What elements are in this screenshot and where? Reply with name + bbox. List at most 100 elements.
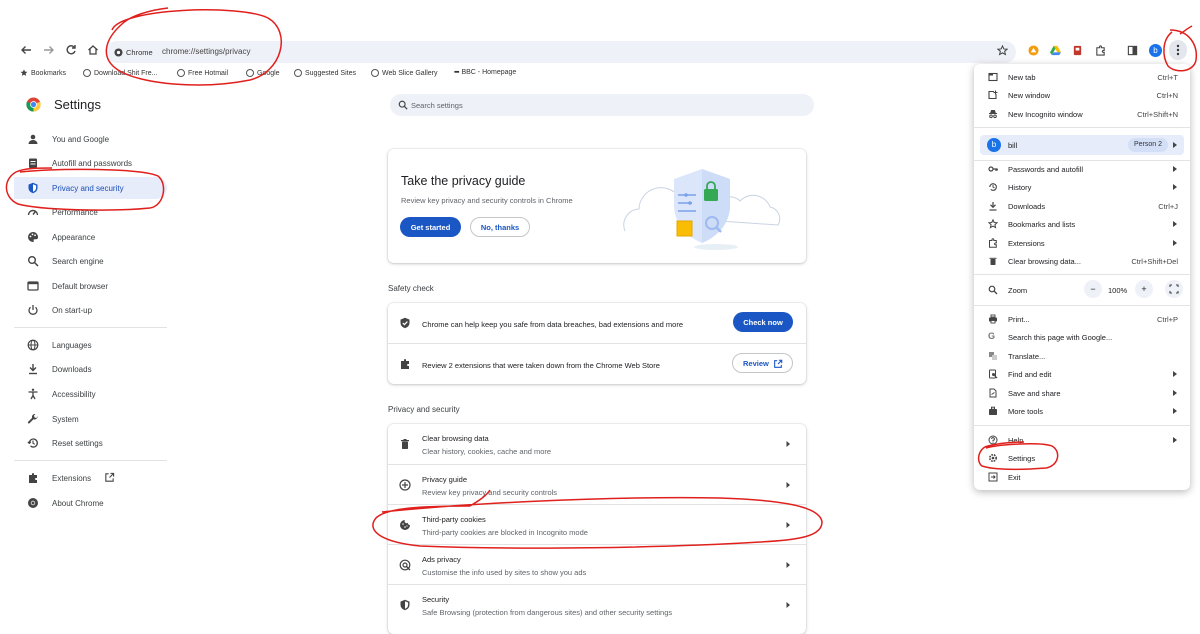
get-started-button[interactable]: Get started (400, 217, 461, 237)
row-subtitle: Review key privacy and security controls (422, 488, 558, 497)
sidebar-item-about-chrome[interactable]: About Chrome (14, 492, 167, 514)
fullscreen-icon (1169, 284, 1179, 294)
bookmark-item[interactable]: Web Slice Gallery (371, 69, 438, 77)
menu-item-label: New window (1008, 91, 1051, 100)
menu-item-translate[interactable]: Translate... (974, 347, 1190, 365)
privacy-guide-subtitle: Review key privacy and security controls… (401, 196, 573, 205)
sidebar-item-privacy[interactable]: Privacy and security (14, 177, 167, 199)
sidebar-item-reset-settings[interactable]: Reset settings (14, 432, 167, 454)
sidebar-item-performance[interactable]: Performance (14, 201, 167, 223)
menu-item-bookmarks[interactable]: Bookmarks and lists (974, 215, 1190, 233)
no-thanks-button[interactable]: No, thanks (470, 217, 530, 237)
page-title: Settings (54, 97, 101, 112)
menu-item-downloads[interactable]: Downloads Ctrl+J (974, 197, 1190, 215)
sidebar-item-appearance[interactable]: Appearance (14, 226, 167, 248)
search-settings-field[interactable]: Search settings (390, 94, 814, 116)
sidebar-item-extensions[interactable]: Extensions (14, 467, 167, 489)
safety-check-card: Chrome can help keep you safe from data … (388, 303, 806, 384)
chevron-right-icon (784, 561, 792, 569)
sidebar-item-search-engine[interactable]: Search engine (14, 250, 167, 272)
drive-icon[interactable] (1050, 45, 1061, 56)
reload-icon[interactable] (65, 44, 79, 58)
bookmark-item[interactable]: Suggested Sites (294, 69, 356, 77)
find-icon (988, 369, 998, 379)
menu-item-label: New Incognito window (1008, 110, 1083, 119)
sidebar-item-autofill[interactable]: Autofill and passwords (14, 152, 167, 174)
sidebar-item-accessibility[interactable]: Accessibility (14, 383, 167, 405)
menu-button[interactable] (1169, 40, 1187, 60)
third-party-cookies-row[interactable]: Third-party cookies Third-party cookies … (388, 504, 806, 544)
download-icon (27, 363, 39, 375)
privacy-guide-row[interactable]: Privacy guide Review key privacy and sec… (388, 464, 806, 504)
menu-item-clear-browsing-data[interactable]: Clear browsing data... Ctrl+Shift+Del (974, 252, 1190, 270)
menu-item-passwords[interactable]: Passwords and autofill (974, 160, 1190, 178)
trash-icon (399, 438, 411, 450)
check-now-button[interactable]: Check now (733, 312, 793, 332)
sidebar-item-downloads[interactable]: Downloads (14, 358, 167, 380)
globe-icon (371, 69, 379, 77)
bookmark-item[interactable]: Download Shit Fre... (83, 69, 157, 77)
bookmark-item[interactable]: Google (246, 69, 280, 77)
menu-profile-row[interactable]: b bill Person 2 (980, 135, 1184, 155)
globe-icon (177, 69, 185, 77)
site-chip[interactable]: Chrome (114, 45, 153, 59)
search-icon (398, 100, 408, 110)
menu-item-settings[interactable]: Settings (974, 449, 1190, 467)
bookmark-item[interactable]: ▪▪▪ BBC - Homepage (454, 69, 516, 76)
row-subtitle: Safe Browsing (protection from dangerous… (422, 608, 673, 617)
chevron-right-icon (1172, 220, 1178, 228)
review-button-label: Review (743, 358, 769, 368)
ads-privacy-row[interactable]: Ads privacy Customise the info used by s… (388, 544, 806, 584)
row-subtitle: Third-party cookies are blocked in Incog… (422, 528, 588, 537)
extension-badge-icon[interactable] (1072, 45, 1083, 56)
bookmark-star-icon[interactable] (997, 45, 1008, 56)
bookmark-label: Web Slice Gallery (382, 69, 438, 77)
shield-check-icon (399, 317, 411, 329)
bookmark-item[interactable]: Bookmarks (20, 69, 66, 77)
profile-avatar[interactable]: b (1149, 44, 1162, 57)
menu-item-label: Passwords and autofill (1008, 165, 1084, 174)
menu-item-label: Translate... (1008, 352, 1046, 361)
menu-item-more-tools[interactable]: More tools (974, 402, 1190, 420)
sidebar-item-label: Downloads (52, 364, 92, 374)
sidebar-item-you-and-google[interactable]: You and Google (14, 128, 167, 150)
review-button[interactable]: Review (732, 353, 793, 373)
side-panel-icon[interactable] (1127, 45, 1138, 56)
menu-item-print[interactable]: Print... Ctrl+P (974, 310, 1190, 328)
menu-item-incognito[interactable]: New Incognito window Ctrl+Shift+N (974, 105, 1190, 123)
privacy-security-heading: Privacy and security (388, 405, 460, 414)
menu-item-help[interactable]: Help (974, 431, 1190, 449)
print-icon (988, 314, 998, 324)
url-text[interactable]: chrome://settings/privacy (162, 47, 250, 56)
row-title: Ads privacy (422, 555, 461, 564)
speedometer-icon (27, 206, 39, 218)
menu-item-exit[interactable]: Exit (974, 468, 1190, 486)
menu-item-search-page[interactable]: G Search this page with Google... (974, 328, 1190, 346)
forward-arrow-icon[interactable] (43, 44, 57, 58)
help-icon (988, 435, 998, 445)
bookmark-item[interactable]: Free Hotmail (177, 69, 228, 77)
menu-item-extensions[interactable]: Extensions (974, 234, 1190, 252)
zoom-out-button[interactable]: − (1084, 280, 1102, 298)
google-g-icon: G (988, 331, 996, 341)
menu-item-new-window[interactable]: New window Ctrl+N (974, 86, 1190, 104)
menu-item-history[interactable]: History (974, 178, 1190, 196)
menu-item-label: Save and share (1008, 389, 1061, 398)
extension-orange-icon[interactable] (1028, 45, 1039, 56)
puzzle-icon[interactable] (1095, 45, 1106, 56)
sidebar-item-default-browser[interactable]: Default browser (14, 275, 167, 297)
menu-item-label: Settings (1008, 454, 1036, 463)
back-arrow-icon[interactable] (20, 44, 34, 58)
menu-item-new-tab[interactable]: New tab Ctrl+T (974, 68, 1190, 86)
sidebar-item-languages[interactable]: Languages (14, 334, 167, 356)
security-row[interactable]: Security Safe Browsing (protection from … (388, 584, 806, 624)
menu-item-find-and-edit[interactable]: Find and edit (974, 365, 1190, 383)
zoom-in-button[interactable]: + (1135, 280, 1153, 298)
clear-browsing-data-row[interactable]: Clear browsing data Clear history, cooki… (388, 424, 806, 464)
sidebar-item-on-startup[interactable]: On start-up (14, 299, 167, 321)
sidebar-item-system[interactable]: System (14, 408, 167, 430)
gear-icon (988, 453, 998, 463)
home-icon[interactable] (87, 44, 101, 58)
fullscreen-button[interactable] (1165, 280, 1183, 298)
menu-item-save-and-share[interactable]: Save and share (974, 384, 1190, 402)
